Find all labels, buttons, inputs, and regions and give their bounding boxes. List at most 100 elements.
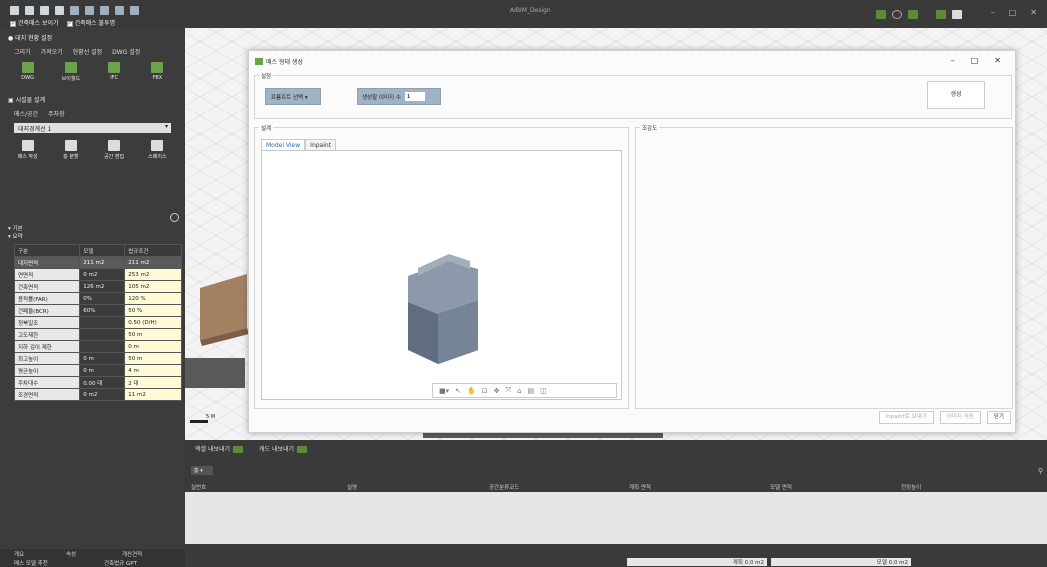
table-row[interactable]: 평균높이 0 m4 m xyxy=(13,364,182,377)
settings-group: 설정 프롬프트 선택 ▾ 생성할 이미지 수 xyxy=(254,72,1012,119)
quick-toolbar xyxy=(10,6,139,15)
table-row[interactable]: 고도제한 50 m xyxy=(13,328,182,341)
pan-hand-icon[interactable]: ✋ xyxy=(467,387,476,395)
table-row[interactable]: 조경면적 0 m2 11 m2 xyxy=(13,388,182,401)
excel-export-button[interactable]: 엑셀 내보내기 xyxy=(195,444,244,453)
undo-icon[interactable] xyxy=(85,6,94,15)
view-cube-icon[interactable]: ⌂ xyxy=(517,387,521,395)
mass-create-button[interactable]: 매스 작성 xyxy=(13,140,43,166)
space-button[interactable]: 스페이스 xyxy=(142,140,172,166)
open-folder-icon[interactable] xyxy=(25,6,34,15)
minimize-icon[interactable]: – xyxy=(951,56,955,65)
close-dialog-button[interactable]: 닫기 xyxy=(986,411,1011,424)
table-row[interactable]: 용적률(FAR) 0% 120 % xyxy=(13,292,182,305)
summary-table: 구분 모델 법규조건 대지면적 211 m2 211 m2 연면적 0 m2 253 m… xyxy=(13,244,182,401)
mass-opaque-checkbox[interactable]: 건축매스 불투명 xyxy=(66,18,115,27)
maximize-icon[interactable]: □ xyxy=(1009,8,1017,17)
checkbox-checked-icon[interactable] xyxy=(66,20,73,27)
close-icon[interactable]: ✕ xyxy=(994,56,1001,65)
table-row[interactable]: 주차대수 0.00 대2 대 xyxy=(13,376,182,389)
maximize-icon[interactable]: □ xyxy=(971,56,979,65)
table-row[interactable]: 대지면적 211 m2 211 m2 xyxy=(13,256,182,269)
redo-icon[interactable] xyxy=(100,6,109,15)
floor-filter-combo[interactable]: 층 ▾ xyxy=(191,466,213,475)
site-section-header[interactable]: ● 대지 현황 설정 xyxy=(0,30,185,45)
site-boundary-combo[interactable]: 대지경계선 1 xyxy=(14,123,171,133)
basic-toggle[interactable]: ▾ 기본 xyxy=(8,224,23,232)
space-edit-button[interactable]: 공간 편집 xyxy=(99,140,129,166)
left-panel: ● 대지 현황 설정 그리기 가져오기 현황선 설정 DWG 설정 DWG 브이… xyxy=(0,28,185,567)
vworld-icon xyxy=(64,62,77,73)
vworld-button[interactable]: 브이월드 xyxy=(56,62,86,88)
scale-label: 5 M xyxy=(206,414,216,420)
window-controls: – □ ✕ xyxy=(991,8,1037,17)
settings-gear-icon[interactable] xyxy=(70,6,79,15)
cad-export-button[interactable]: 캐드 내보내기 xyxy=(259,444,308,453)
mass-model-svg xyxy=(408,254,478,364)
select-arrow-icon[interactable]: ↖ xyxy=(455,387,461,395)
birdseye-group: 조감도 xyxy=(635,124,1013,409)
tab-status-line[interactable]: 현황선 설정 xyxy=(73,47,103,56)
tab-draw[interactable]: 그리기 xyxy=(14,47,31,56)
close-icon[interactable]: ✕ xyxy=(1030,8,1037,17)
tab-building-law-gpt[interactable]: 건축법규 GPT xyxy=(104,559,137,567)
move-icon[interactable] xyxy=(130,6,139,15)
new-file-icon[interactable] xyxy=(10,6,19,15)
checkbox-checked-icon[interactable] xyxy=(10,20,16,27)
circle-icon[interactable] xyxy=(892,10,902,19)
table-row[interactable]: 지하 깊이 제한 0 m xyxy=(13,340,182,353)
table-row[interactable]: 건폐율(BCR) 60% 50 % xyxy=(13,304,182,317)
table-row[interactable]: 정북일조 0.50 (D/H) xyxy=(13,316,182,329)
facility-tools: 매스 작성 층 분할 공간 편집 스페이스 xyxy=(0,136,185,170)
tab-cost-estimate[interactable]: 개산견적 xyxy=(122,550,142,558)
space-edit-icon xyxy=(108,140,121,151)
orbit-icon[interactable]: ✥ xyxy=(494,387,500,395)
wireframe-icon[interactable]: ▤ xyxy=(528,387,535,395)
layout-icon[interactable] xyxy=(115,6,124,15)
tab-mass-recommend[interactable]: 매스 모델 추천 xyxy=(14,559,48,567)
app-title: AIBIM_Design xyxy=(510,7,551,14)
save-icon[interactable] xyxy=(40,6,49,15)
dwg-button[interactable]: DWG xyxy=(13,62,43,88)
save-image-button[interactable]: 이미지 저장 xyxy=(939,411,981,424)
room-table-header: 실번호 실명 공간분류코드 계획 면적 모델 면적 천정높이 xyxy=(191,485,922,491)
tab-properties[interactable]: 속성 xyxy=(66,550,76,558)
generate-button[interactable]: 생성 xyxy=(927,81,985,109)
tab-overview[interactable]: 개요 xyxy=(14,550,24,558)
room-table-body[interactable] xyxy=(185,492,1047,544)
excel-icon xyxy=(233,446,244,453)
mass-show-checkbox[interactable]: 건축매스 보이기 xyxy=(10,18,59,27)
table-row[interactable]: 최고높이 0 m 50 m xyxy=(13,352,182,365)
fbx-button[interactable]: FBX xyxy=(142,62,172,88)
tool-green-icon[interactable] xyxy=(908,10,918,19)
room-list-panel: 엑셀 내보내기 캐드 내보내기 층 ▾ ⚲ 실번호 실명 공간분류코드 계획 면… xyxy=(185,440,1047,567)
table-row[interactable]: 건축면적 126 m2 105 m2 xyxy=(13,280,182,293)
floor-split-button[interactable]: 층 분할 xyxy=(56,140,86,166)
tab-parking[interactable]: 주차장 xyxy=(48,109,65,118)
tool-green-icon[interactable] xyxy=(936,10,946,19)
box-view-icon[interactable]: ◫ xyxy=(540,387,547,395)
user-icon[interactable] xyxy=(952,10,962,19)
facility-section-header[interactable]: ▣ 시설물 설계 xyxy=(0,92,185,107)
model-viewport[interactable]: ■▾ ↖ ✋ ⊡ ✥ ⤧ ⌂ ▤ ◫ xyxy=(261,150,622,400)
send-to-inpaint-button[interactable]: Inpaint로 보내기 xyxy=(878,411,934,424)
site-tools: DWG 브이월드 IFC FBX xyxy=(0,58,185,92)
prompt-select-dropdown[interactable]: 프롬프트 선택 ▾ xyxy=(265,88,321,105)
image-count-input[interactable] xyxy=(404,92,425,101)
tab-import[interactable]: 가져오기 xyxy=(41,47,63,56)
zoom-window-icon[interactable]: ⊡ xyxy=(482,387,488,395)
save-as-icon[interactable] xyxy=(55,6,64,15)
tab-dwg-settings[interactable]: DWG 설정 xyxy=(112,47,140,56)
tab-mass-space[interactable]: 매스/공간 xyxy=(14,109,38,118)
dwg-icon xyxy=(297,446,308,453)
table-row[interactable]: 연면적 0 m2 253 m2 xyxy=(13,268,182,281)
summary-toggle[interactable]: ▾ 요약 xyxy=(8,232,23,240)
shading-icon[interactable]: ■▾ xyxy=(439,387,449,395)
zoom-extents-icon[interactable]: ⤧ xyxy=(505,386,511,395)
dialog-footer: Inpaint로 보내기 이미지 저장 닫기 xyxy=(878,411,1011,424)
tool-green-icon[interactable] xyxy=(876,10,886,19)
search-icon[interactable]: ⚲ xyxy=(1038,467,1043,475)
minimize-icon[interactable]: – xyxy=(991,8,995,17)
ifc-button[interactable]: IFC xyxy=(99,62,129,88)
refresh-icon[interactable] xyxy=(170,213,179,222)
